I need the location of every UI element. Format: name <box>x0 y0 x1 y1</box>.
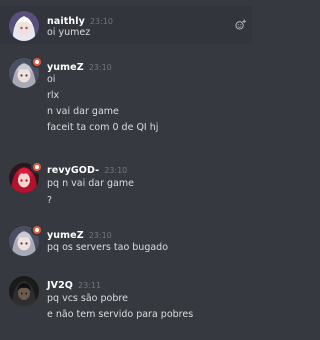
message-header: revyGOD- 23:10 <box>47 161 127 177</box>
timestamp: 23:10 <box>89 17 113 26</box>
chat-message-list: naithly 23:10 oi yumez yumeZ 23:10 oi rl… <box>0 0 252 340</box>
message-text: pq os servers tao bugado <box>47 242 169 253</box>
message-text: n vai dar game <box>47 106 119 117</box>
avatar[interactable] <box>9 276 39 306</box>
orange-status-badge <box>31 161 43 173</box>
timestamp: 23:10 <box>88 231 112 240</box>
message-text: faceit ta com 0 de QI hj <box>47 122 159 133</box>
white-haired-anime-girl-avatar <box>9 11 39 41</box>
message-text: oi yumez <box>47 27 91 38</box>
message-group[interactable]: JV2Q 23:11 pq vcs são pobre e não tem ser… <box>0 271 252 325</box>
orange-status-badge <box>31 56 43 68</box>
message-text: oi <box>47 74 56 85</box>
message-text: ? <box>47 195 53 206</box>
timestamp: 23:10 <box>88 63 112 72</box>
message-header: JV2Q 23:11 <box>47 276 101 292</box>
timestamp: 23:10 <box>104 166 128 175</box>
avatar[interactable] <box>9 11 39 41</box>
message-header: yumeZ 23:10 <box>47 226 112 242</box>
username[interactable]: yumeZ <box>47 62 84 73</box>
add-reaction-icon[interactable] <box>235 19 246 30</box>
dark-hooded-character-avatar <box>9 276 39 306</box>
message-text: e não tem servido para pobres <box>47 309 194 320</box>
message-text: pq n vai dar game <box>47 178 134 189</box>
username[interactable]: naithly <box>47 16 85 27</box>
orange-status-badge <box>31 224 43 236</box>
timestamp: 23:11 <box>77 281 102 290</box>
message-header: naithly 23:10 <box>47 12 113 28</box>
username[interactable]: JV2Q <box>47 280 73 291</box>
message-text: rlx <box>47 90 60 101</box>
message-group[interactable]: yumeZ 23:10 oi rlx n vai dar game faceit … <box>0 52 252 133</box>
message-text: pq vcs são pobre <box>47 293 128 304</box>
message-group[interactable]: naithly 23:10 oi yumez <box>0 6 252 44</box>
message-header: yumeZ 23:10 <box>47 58 112 74</box>
message-group[interactable]: revyGOD- 23:10 pq n vai dar game ? <box>0 158 252 208</box>
username[interactable]: revyGOD- <box>47 165 99 176</box>
message-group[interactable]: yumeZ 23:10 pq os servers tao bugado <box>0 222 252 258</box>
username[interactable]: yumeZ <box>47 230 84 241</box>
